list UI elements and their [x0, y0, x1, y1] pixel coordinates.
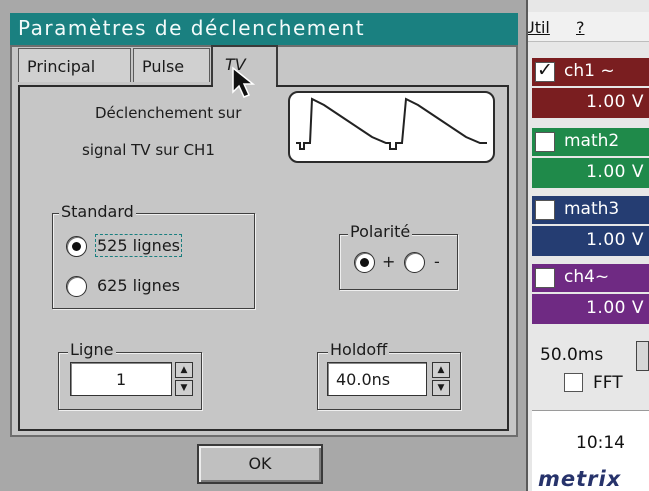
channel-ch1[interactable]: ✓ ch1 ~ 1.00 V [532, 58, 649, 118]
tab-principal[interactable]: Principal [18, 48, 131, 82]
holdoff-value: 40.0ns [336, 370, 391, 389]
holdoff-legend: Holdoff [328, 340, 390, 359]
ligne-decrement-button[interactable]: ▼ [175, 380, 193, 396]
channel-math3[interactable]: math3 1.00 V [532, 196, 649, 256]
dialog-title[interactable]: Paramètres de déclenchement [10, 13, 518, 45]
holdoff-increment-button[interactable]: ▲ [432, 362, 450, 378]
radio-625-label[interactable]: 625 lignes [97, 276, 180, 295]
brand-logo: metrix [538, 467, 622, 491]
radio-525[interactable] [66, 236, 87, 257]
holdoff-decrement-button[interactable]: ▼ [432, 380, 450, 396]
description-line-1: Déclenchement sur [95, 104, 242, 122]
channel-checkbox[interactable]: ✓ [535, 59, 555, 82]
check-icon: ✓ [537, 59, 553, 81]
tv-waveform-icon [296, 97, 487, 150]
timebase-value[interactable]: 50.0ms [540, 345, 603, 365]
tv-signal-preview [288, 91, 495, 163]
channel-value: 1.00 V [586, 298, 644, 318]
tab-pulse[interactable]: Pulse [133, 48, 210, 82]
channel-math2[interactable]: math2 1.00 V [532, 128, 649, 188]
channel-checkbox[interactable] [535, 268, 555, 288]
standard-legend: Standard [59, 202, 136, 221]
clock-panel: 10:14 metrix [532, 410, 649, 491]
channel-value-box: 1.00 V [532, 226, 649, 256]
channel-value-box: 1.00 V [532, 88, 649, 118]
channel-name: math2 [564, 131, 620, 151]
mouse-cursor-icon [232, 66, 256, 98]
fft-checkbox[interactable] [564, 373, 583, 392]
channel-checkbox[interactable] [535, 132, 555, 152]
menu-help[interactable]: ? [576, 18, 585, 37]
radio-525-label[interactable]: 525 lignes [95, 234, 182, 257]
ligne-input[interactable]: 1 [70, 362, 172, 396]
radio-polarity-negative[interactable] [404, 252, 425, 273]
channel-ch4[interactable]: ch4~ 1.00 V [532, 264, 649, 324]
radio-625[interactable] [66, 276, 87, 297]
channel-value-box: 1.00 V [532, 158, 649, 188]
channel-name: ch4~ [564, 267, 610, 287]
channel-name: math3 [564, 199, 620, 219]
description-line-2: signal TV sur CH1 [82, 141, 215, 159]
channel-value-box: 1.00 V [532, 294, 649, 324]
channel-value: 1.00 V [586, 92, 644, 112]
radio-polarity-positive[interactable] [354, 252, 375, 273]
channel-checkbox[interactable] [535, 200, 555, 220]
clock-time: 10:14 [576, 433, 625, 453]
polarity-positive-label[interactable]: + [382, 252, 395, 271]
channel-value: 1.00 V [586, 230, 644, 250]
channel-name: ch1 ~ [564, 61, 615, 81]
channel-value: 1.00 V [586, 162, 644, 182]
menu-bar: Util ? [520, 12, 649, 42]
polarity-legend: Polarité [348, 222, 413, 241]
holdoff-input[interactable]: 40.0ns [327, 362, 427, 396]
ligne-increment-button[interactable]: ▲ [175, 362, 193, 378]
timebase-stepper[interactable] [636, 341, 649, 371]
fft-label: FFT [593, 373, 623, 393]
polarity-negative-label[interactable]: - [434, 252, 440, 271]
timebase-control: 50.0ms FFT [532, 337, 649, 403]
ligne-value: 1 [116, 370, 127, 389]
ligne-legend: Ligne [68, 340, 116, 359]
ok-button[interactable]: OK [197, 444, 323, 484]
